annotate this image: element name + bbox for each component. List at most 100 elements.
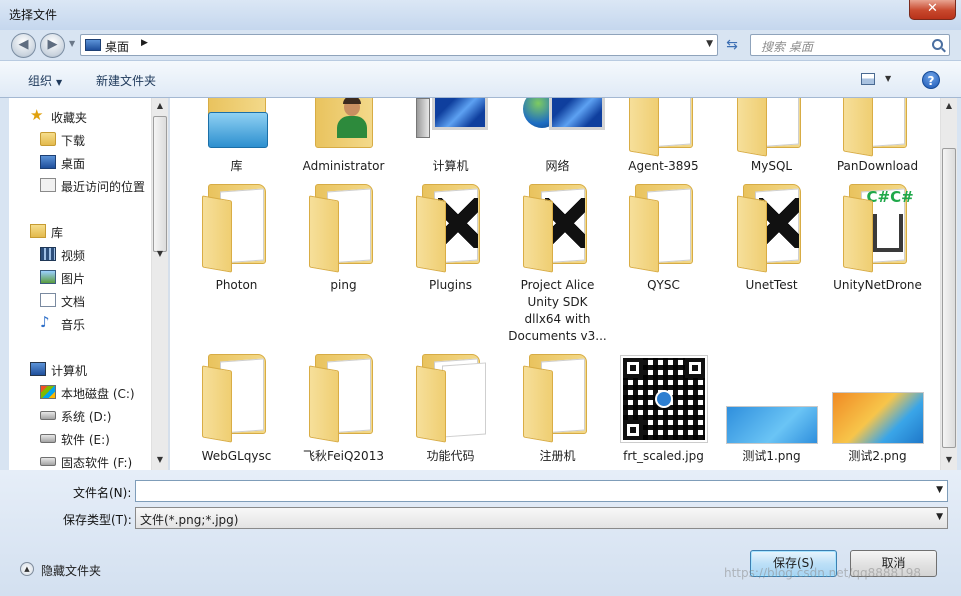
file-name: Photon <box>215 278 258 292</box>
file-item[interactable]: PanDownload <box>825 98 930 183</box>
file-name: Agent-3895 <box>628 159 699 173</box>
file-name: MySQL <box>750 159 793 173</box>
view-mode-icon[interactable] <box>861 73 875 85</box>
scroll-thumb[interactable] <box>153 116 167 252</box>
address-location[interactable]: 桌面 <box>105 38 129 55</box>
file-name: UnetTest <box>745 278 798 292</box>
file-item[interactable]: 注册机 <box>505 352 610 468</box>
file-item[interactable]: 测试1.png <box>719 352 824 468</box>
file-name: 计算机 <box>432 159 469 173</box>
scroll-up-arrow[interactable]: ▲ <box>152 98 168 114</box>
csharp-folder-icon: C#C# <box>842 184 914 274</box>
file-item[interactable]: 测试2.png <box>825 352 930 468</box>
address-bar[interactable]: 桌面 ▶ ▼ <box>80 34 718 56</box>
forward-button[interactable]: ▶ <box>40 33 65 58</box>
address-dropdown[interactable]: ▼ <box>706 39 713 49</box>
refresh-button[interactable]: ⇆ <box>720 34 744 56</box>
file-name: WebGLqysc <box>201 449 272 463</box>
file-name: PanDownload <box>836 159 919 173</box>
chevron-down-icon[interactable]: ▼ <box>936 485 943 495</box>
filename-input[interactable]: ▼ <box>135 480 948 502</box>
file-name: Project Alice Unity SDK dllx64 with Docu… <box>508 278 607 343</box>
filetype-value[interactable]: 文件(*.png;*.jpg) <box>140 511 238 528</box>
window-title: 选择文件 <box>9 8 58 22</box>
file-name: 注册机 <box>539 449 576 463</box>
sidebar-item-label: 视频 <box>61 249 86 263</box>
file-item[interactable]: 库 <box>184 98 289 183</box>
document-icon <box>40 293 56 307</box>
help-icon[interactable]: ? <box>922 71 940 89</box>
file-name: QYSC <box>647 278 680 292</box>
file-item[interactable]: 计算机 <box>398 98 503 183</box>
file-name: 功能代码 <box>426 449 475 463</box>
search-icon[interactable] <box>932 39 943 50</box>
file-item[interactable]: frt_scaled.jpg <box>611 352 716 468</box>
scroll-up-arrow[interactable]: ▲ <box>941 98 957 114</box>
file-item[interactable]: MySQL <box>719 98 824 183</box>
chevron-up-icon[interactable]: ▲ <box>20 562 34 576</box>
scroll-down-arrow[interactable]: ▼ <box>152 246 168 262</box>
file-item[interactable]: Administrator <box>291 98 396 183</box>
file-name: 网络 <box>545 159 570 173</box>
folder-icon <box>201 184 272 274</box>
file-item[interactable]: 飞秋FeiQ2013 <box>291 352 396 468</box>
file-item[interactable]: Project Alice Unity SDK dllx64 with Docu… <box>505 182 610 352</box>
close-button[interactable]: ✕ <box>909 0 956 20</box>
search-box[interactable]: 搜索 桌面 <box>750 34 950 56</box>
file-name: 库 <box>230 159 243 173</box>
file-item[interactable]: C#C# UnityNetDrone <box>825 182 930 302</box>
toolbar: 组织 ▼ 新建文件夹 ▼ ? <box>0 60 961 98</box>
new-folder-button[interactable]: 新建文件夹 <box>96 72 156 89</box>
hard-drive-icon <box>40 434 56 443</box>
sidebar-item-label: 文档 <box>61 295 86 309</box>
file-name: Administrator <box>302 159 385 173</box>
folder-icon <box>736 98 807 158</box>
hard-drive-icon <box>40 457 56 466</box>
windows-drive-icon <box>40 385 56 399</box>
save-form: 文件名(N): ▼ 保存类型(T): 文件(*.png;*.jpg) ▼ ▲ 隐… <box>0 470 961 596</box>
sidebar-item-label: 库 <box>51 226 64 240</box>
scroll-thumb[interactable] <box>942 148 956 448</box>
hide-folders-toggle[interactable]: 隐藏文件夹 <box>41 562 101 579</box>
file-item[interactable]: Photon <box>184 182 289 302</box>
back-button[interactable]: ◀ <box>11 33 36 58</box>
chevron-right-icon[interactable]: ▶ <box>141 38 148 48</box>
organize-button[interactable]: 组织 ▼ <box>28 72 62 89</box>
file-item[interactable]: UnetTest <box>719 182 824 302</box>
file-item[interactable]: Plugins <box>398 182 503 302</box>
title-bar: 选择文件 ✕ <box>0 0 961 30</box>
sidebar-scrollbar[interactable]: ▲ ▼ ▼ <box>151 98 168 470</box>
folder-icon <box>628 184 699 274</box>
filetype-select[interactable]: 文件(*.png;*.jpg) ▼ <box>135 507 948 529</box>
desktop-icon <box>40 155 56 169</box>
scroll-down-arrow[interactable]: ▼ <box>152 452 168 468</box>
file-name: frt_scaled.jpg <box>623 449 704 463</box>
folder-icon <box>201 354 272 444</box>
scroll-down-arrow[interactable]: ▼ <box>941 452 957 468</box>
picture-icon <box>40 270 56 284</box>
file-item[interactable]: 功能代码 <box>398 352 503 468</box>
recent-places-icon <box>40 178 56 192</box>
file-name: ping <box>330 278 357 292</box>
file-name: UnityNetDrone <box>833 278 922 292</box>
recent-pages-dropdown[interactable]: ▼ <box>69 39 75 48</box>
image-thumbnail <box>725 406 818 444</box>
file-item[interactable]: ping <box>291 182 396 302</box>
chevron-down-icon[interactable]: ▼ <box>936 512 943 522</box>
file-item[interactable]: Agent-3895 <box>611 98 716 183</box>
hard-drive-icon <box>40 411 56 420</box>
sidebar-item-label: 最近访问的位置 <box>61 180 146 194</box>
search-input[interactable]: 搜索 桌面 <box>761 38 813 55</box>
file-list-scrollbar[interactable]: ▲ ▼ <box>940 98 957 470</box>
filetype-label: 保存类型(T): <box>63 513 132 527</box>
chevron-down-icon: ▼ <box>56 78 63 87</box>
sidebar-item-label: 计算机 <box>51 364 88 378</box>
view-mode-dropdown[interactable]: ▼ <box>885 74 891 83</box>
file-item[interactable]: WebGLqysc <box>184 352 289 468</box>
file-item[interactable]: 网络 <box>505 98 610 183</box>
file-item[interactable]: QYSC <box>611 182 716 302</box>
sidebar-item-label: 系统 (D:) <box>61 410 112 424</box>
navigation-pane: ★ 收藏夹 下载 桌面 最近访问的位置 库 视频 图片 文档 ♪ 音乐 计算机 本地… <box>9 98 168 470</box>
qr-code-image <box>620 356 707 442</box>
sidebar-item-label: 固态软件 (F:) <box>61 456 133 470</box>
